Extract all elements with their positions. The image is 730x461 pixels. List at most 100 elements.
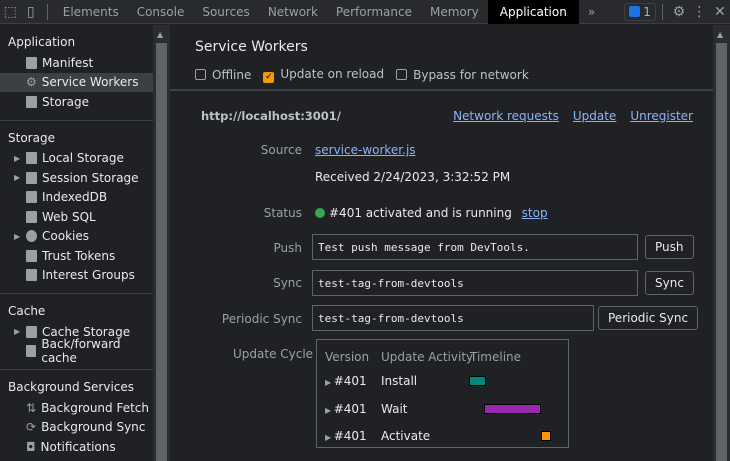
database-icon	[26, 249, 37, 262]
database-icon	[26, 345, 37, 358]
sidebar-item-websql[interactable]: Web SQL	[0, 207, 153, 227]
tab-elements[interactable]: Elements	[54, 0, 128, 24]
database-icon	[26, 325, 37, 338]
issues-count: 1	[643, 4, 651, 19]
sidebar-item-bfcache[interactable]: Back/forward cache	[0, 337, 153, 365]
tab-sources[interactable]: Sources	[193, 0, 258, 24]
status-text: #401 activated and is running	[329, 206, 512, 220]
database-icon	[26, 191, 37, 204]
tab-console[interactable]: Console	[128, 0, 194, 24]
sidebar-scrollbar[interactable]: ▲	[153, 25, 170, 461]
expand-icon: ▶	[325, 378, 334, 387]
periodic-sync-button[interactable]: Periodic Sync	[598, 306, 699, 330]
push-label: Push	[273, 241, 303, 255]
expand-icon[interactable]: ▶	[14, 232, 21, 241]
column-header-version: Version	[325, 350, 370, 364]
sidebar-item-background-sync[interactable]: ⟳ Background Sync	[0, 418, 153, 438]
sync-input[interactable]: test-tag-from-devtools	[312, 270, 638, 296]
sync-button[interactable]: Sync	[645, 271, 694, 295]
sidebar-item-local-storage[interactable]: ▶ Local Storage	[0, 149, 153, 169]
sidebar-item-label: Manifest	[42, 55, 94, 70]
table-icon	[26, 152, 37, 165]
source-file-link[interactable]: service-worker.js	[315, 143, 416, 157]
inspect-element-icon[interactable]: ⬚	[0, 0, 20, 24]
timeline-bar-activate	[541, 431, 551, 441]
scroll-up-icon: ▲	[717, 30, 724, 39]
main-scrollbar[interactable]: ▲	[713, 25, 730, 461]
sync-icon: ⟳	[26, 420, 37, 435]
sidebar-item-label: Service Workers	[41, 75, 139, 90]
gear-icon[interactable]: ⚙	[669, 0, 689, 24]
network-requests-link[interactable]: Network requests	[453, 109, 559, 123]
sidebar-item-label: Notifications	[40, 439, 116, 454]
tab-performance[interactable]: Performance	[327, 0, 421, 24]
table-icon	[26, 171, 37, 184]
update-cycle-table: Version Update Activity Timeline ▶ #401 …	[316, 339, 569, 448]
checkbox-label: Offline	[212, 68, 252, 82]
status-label: Status	[263, 206, 302, 220]
more-tabs-button[interactable]: »	[579, 0, 604, 24]
push-button[interactable]: Push	[645, 235, 694, 259]
expand-icon: ▶	[325, 433, 334, 442]
bypass-for-network-checkbox[interactable]: Bypass for network	[396, 68, 529, 82]
sidebar-item-session-storage[interactable]: ▶ Session Storage	[0, 168, 153, 188]
sidebar-item-label: Cookies	[42, 229, 89, 244]
table-row[interactable]: ▶ #401	[325, 429, 367, 443]
expand-icon[interactable]: ▶	[14, 173, 21, 182]
periodic-sync-input[interactable]: test-tag-from-devtools	[312, 305, 594, 331]
push-input[interactable]: Test push message from DevTools.	[312, 234, 638, 260]
column-header-timeline: Timeline	[470, 350, 522, 364]
checkbox-label: Bypass for network	[413, 68, 529, 82]
sidebar-item-notifications[interactable]: ◘ Notifications	[0, 437, 153, 457]
sidebar-item-manifest[interactable]: Manifest	[0, 53, 153, 73]
sidebar-item-service-workers[interactable]: ⚙ Service Workers	[0, 72, 153, 92]
table-row[interactable]: ▶ #401	[325, 402, 367, 416]
issues-button[interactable]: 1	[624, 2, 656, 21]
sidebar-item-trust-tokens[interactable]: Trust Tokens	[0, 246, 153, 266]
version-cell: #401	[333, 374, 367, 388]
database-icon	[26, 95, 37, 108]
sidebar-item-indexeddb[interactable]: IndexedDB	[0, 188, 153, 208]
checkmark-icon: ✓	[263, 72, 275, 83]
sidebar-item-label: IndexedDB	[42, 190, 108, 205]
sidebar-header-background-services: Background Services	[8, 380, 135, 394]
expand-icon[interactable]: ▶	[14, 154, 21, 163]
update-link[interactable]: Update	[573, 109, 616, 123]
device-toolbar-icon[interactable]: ▯	[20, 0, 40, 24]
file-icon	[26, 56, 37, 69]
checkbox-icon	[396, 69, 408, 80]
source-label: Source	[260, 143, 302, 157]
update-on-reload-checkbox[interactable]: ✓ Update on reload	[263, 67, 384, 83]
sidebar-item-storage[interactable]: Storage	[0, 92, 153, 112]
activity-cell: Wait	[381, 402, 408, 416]
stop-link[interactable]: stop	[522, 206, 548, 220]
divider	[170, 89, 713, 91]
activity-cell: Activate	[381, 429, 431, 443]
table-row[interactable]: ▶ #401	[325, 374, 367, 388]
scroll-up-icon: ▲	[157, 30, 164, 39]
sidebar-item-background-fetch[interactable]: ⇅ Background Fetch	[0, 398, 153, 418]
expand-icon[interactable]: ▶	[14, 327, 21, 336]
sidebar-item-cookies[interactable]: ▶ Cookies	[0, 227, 153, 247]
scrollbar-thumb[interactable]	[156, 43, 167, 461]
offline-checkbox[interactable]: Offline	[195, 68, 251, 82]
tab-network[interactable]: Network	[259, 0, 327, 24]
version-cell: #401	[333, 402, 367, 416]
divider	[46, 3, 48, 20]
scrollbar-thumb[interactable]	[716, 43, 727, 461]
status-dot-icon	[315, 208, 325, 218]
sidebar-item-label: Web SQL	[42, 209, 96, 224]
more-options-icon[interactable]: ⋮	[689, 0, 709, 24]
status-value: #401 activated and is running stop	[315, 206, 548, 220]
sidebar-item-interest-groups[interactable]: Interest Groups	[0, 266, 153, 286]
unregister-link[interactable]: Unregister	[630, 109, 693, 123]
tab-application[interactable]: Application	[487, 0, 579, 24]
close-icon[interactable]: ✕	[710, 0, 730, 24]
tab-memory[interactable]: Memory	[421, 0, 488, 24]
sidebar-item-label: Session Storage	[42, 170, 139, 185]
version-cell: #401	[333, 429, 367, 443]
gear-icon: ⚙	[26, 75, 37, 90]
sidebar-item-label: Local Storage	[42, 151, 124, 166]
periodic-sync-label: Periodic Sync	[221, 312, 302, 326]
sidebar-header-storage: Storage	[8, 130, 55, 145]
